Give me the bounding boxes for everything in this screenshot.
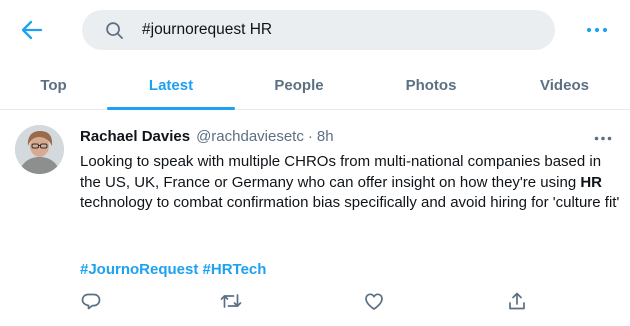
search-match-highlight: HR [580,173,603,191]
tab-videos[interactable]: Videos [499,60,630,110]
tab-people[interactable]: People [235,60,363,110]
hashtag-link[interactable]: #HRTech [203,261,267,278]
arrow-left-icon [21,20,43,40]
share-icon [509,292,525,310]
search-tabs: Top Latest People Photos Videos [0,60,630,110]
more-horizontal-icon [586,27,608,33]
search-box[interactable] [82,10,555,50]
tweet[interactable]: Rachael Davies @rachdaviesetc · 8h Looki… [0,111,630,326]
tab-latest[interactable]: Latest [107,60,235,110]
share-button[interactable] [504,290,530,312]
tab-photos[interactable]: Photos [363,60,499,110]
reply-icon [81,293,101,310]
hashtag-link[interactable]: #JournoRequest [80,261,198,278]
tweet-hashtags: #JournoRequest #HRTech [80,261,266,278]
like-icon [365,292,383,310]
search-input[interactable] [142,21,502,39]
search-header: Top Latest People Photos Videos [0,0,630,110]
retweet-button[interactable] [218,290,244,312]
avatar[interactable] [15,125,64,174]
active-tab-indicator [107,107,235,110]
separator-dot: · [307,128,313,145]
more-horizontal-icon [594,136,612,140]
like-button[interactable] [361,290,387,312]
tab-top[interactable]: Top [0,60,107,110]
tweet-more-button[interactable] [588,127,618,149]
reply-button[interactable] [78,290,104,312]
search-icon [104,20,124,40]
back-button[interactable] [16,14,48,46]
tweet-header: Rachael Davies @rachdaviesetc · 8h [80,128,334,148]
author-handle[interactable]: @rachdaviesetc [196,128,304,145]
more-options-button[interactable] [582,16,612,44]
tweet-text: Looking to speak with multiple CHROs fro… [80,153,620,211]
tweet-timestamp[interactable]: 8h [317,128,334,145]
retweet-icon [220,294,242,308]
author-name[interactable]: Rachael Davies [80,128,190,145]
